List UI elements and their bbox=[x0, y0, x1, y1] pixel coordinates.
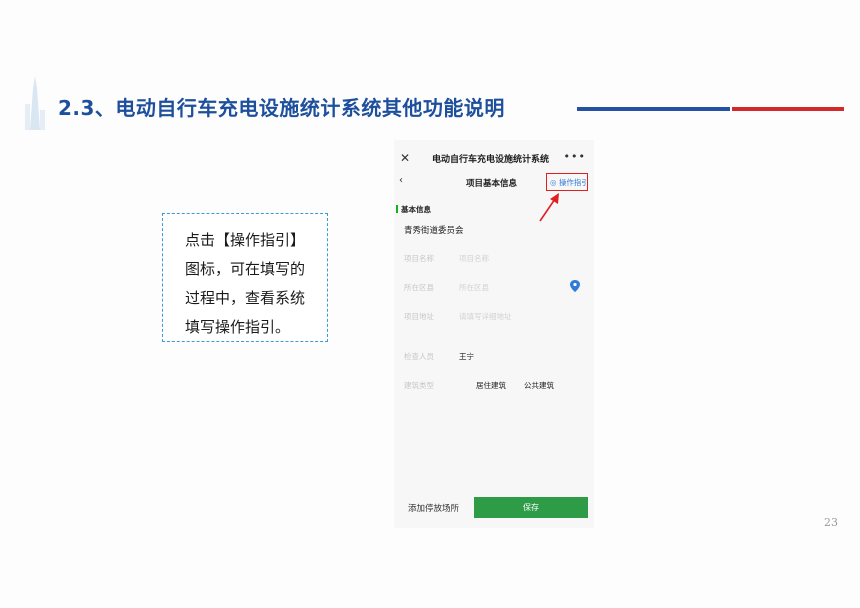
field-label: 项目地址 bbox=[404, 312, 434, 321]
callout-line: 点击【操作指引】 bbox=[185, 231, 306, 249]
operation-guide-button[interactable]: ◎ 操作指引 bbox=[546, 173, 588, 191]
guide-label: 操作指引 bbox=[558, 178, 588, 187]
add-parking-button[interactable]: 添加停放场所 bbox=[408, 502, 459, 514]
bottom-action-bar: 添加停放场所 保存 bbox=[394, 494, 594, 520]
callout-line: 图标，可在填写的 bbox=[185, 260, 306, 278]
project-name-row[interactable]: 项目名称 项目名称 bbox=[404, 253, 584, 269]
field-label: 检查人员 bbox=[404, 352, 434, 361]
phone-screen: ✕ 电动自行车充电设施统计系统 ••• ‹ 项目基本信息 ◎ 操作指引 基本信息… bbox=[394, 140, 594, 528]
instruction-callout: 点击【操作指引】 图标，可在填写的 过程中，查看系统 填写操作指引。 bbox=[162, 213, 328, 342]
page-navbar: ‹ 项目基本信息 ◎ 操作指引 bbox=[394, 172, 594, 192]
title-divider-blue bbox=[577, 107, 730, 111]
building-type-row: 建筑类型 居住建筑 公共建筑 bbox=[404, 380, 584, 396]
section-title: 基本信息 bbox=[401, 205, 431, 214]
slide: 2.3、电动自行车充电设施统计系统其他功能说明 点击【操作指引】 图标，可在填写… bbox=[0, 0, 860, 608]
address-row[interactable]: 项目地址 请填写详细地址 bbox=[404, 311, 584, 327]
organization-name: 青秀街道委员会 bbox=[404, 226, 464, 236]
project-name-input[interactable]: 项目名称 bbox=[459, 253, 489, 264]
inspector-input[interactable]: 王宁 bbox=[459, 351, 474, 362]
field-label: 建筑类型 bbox=[404, 381, 434, 390]
more-icon[interactable]: ••• bbox=[564, 148, 586, 166]
slide-title: 2.3、电动自行车充电设施统计系统其他功能说明 bbox=[58, 96, 505, 120]
tower-decoration-icon bbox=[25, 76, 45, 130]
field-label: 项目名称 bbox=[404, 254, 434, 263]
inspector-row[interactable]: 检查人员 王宁 bbox=[404, 351, 584, 367]
field-label: 所在区县 bbox=[404, 283, 434, 292]
red-arrow-icon bbox=[539, 193, 559, 222]
mini-program-topbar: ✕ 电动自行车充电设施统计系统 ••• bbox=[394, 148, 594, 168]
page-title: 项目基本信息 bbox=[466, 179, 518, 189]
title-divider-red bbox=[732, 107, 844, 111]
section-header: 基本信息 bbox=[396, 204, 431, 215]
section-marker bbox=[396, 205, 398, 213]
building-type-option-public[interactable]: 公共建筑 bbox=[524, 380, 554, 391]
save-button[interactable]: 保存 bbox=[474, 497, 588, 518]
address-input[interactable]: 请填写详细地址 bbox=[459, 311, 512, 322]
callout-line: 填写操作指引。 bbox=[185, 318, 291, 336]
close-icon[interactable]: ✕ bbox=[400, 148, 410, 168]
page-number: 23 bbox=[824, 516, 838, 529]
building-type-option-residential[interactable]: 居住建筑 bbox=[476, 380, 506, 391]
location-pin-icon[interactable] bbox=[570, 280, 580, 292]
back-chevron-icon[interactable]: ‹ bbox=[399, 175, 403, 186]
callout-line: 过程中，查看系统 bbox=[185, 289, 306, 307]
district-row[interactable]: 所在区县 所在区县 bbox=[404, 280, 584, 298]
district-select[interactable]: 所在区县 bbox=[459, 282, 489, 293]
guide-icon: ◎ bbox=[550, 178, 557, 187]
app-title: 电动自行车充电设施统计系统 bbox=[432, 155, 550, 165]
